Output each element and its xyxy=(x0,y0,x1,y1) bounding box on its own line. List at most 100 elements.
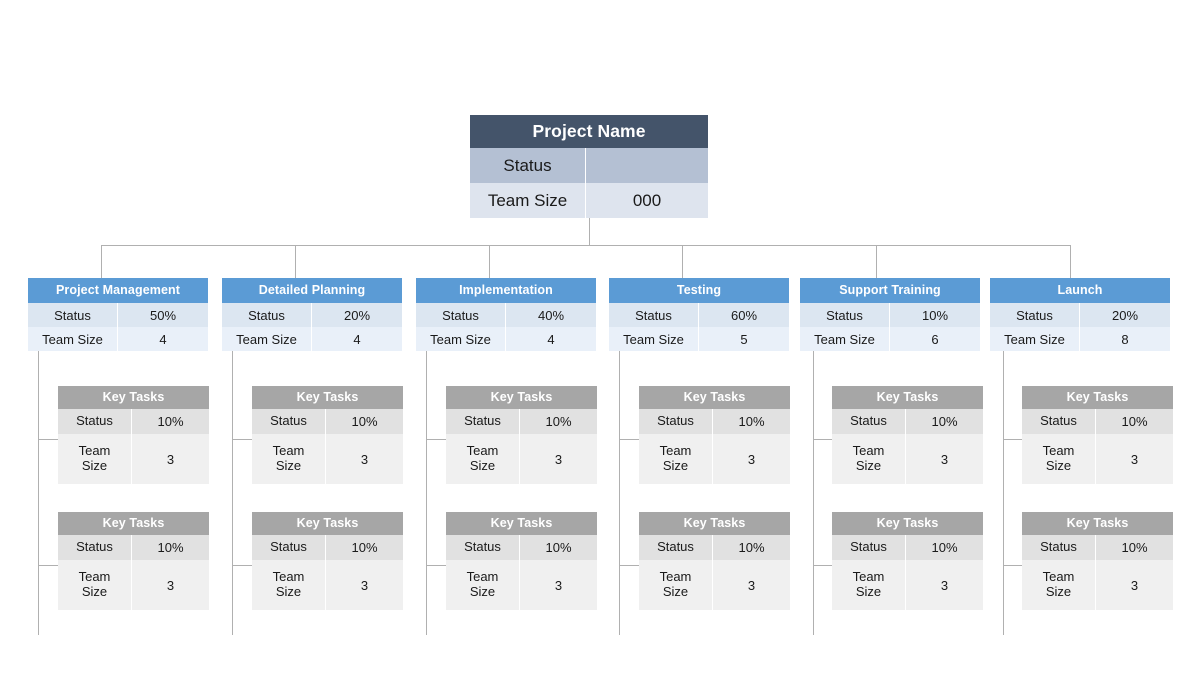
key-tasks-node[interactable]: Key Tasks Status 10% Team Size 3 xyxy=(1022,386,1173,484)
connector-subtree-stub-3b xyxy=(426,565,447,566)
connector-subtree-spine-4 xyxy=(619,351,620,635)
key-tasks-team-label: Team Size xyxy=(446,434,520,484)
key-tasks-team-row: Team Size 3 xyxy=(58,560,209,610)
key-tasks-team-row: Team Size 3 xyxy=(58,434,209,484)
key-tasks-team-value: 3 xyxy=(166,577,175,593)
key-tasks-title: Key Tasks xyxy=(832,512,983,535)
key-tasks-team-value: 3 xyxy=(1130,577,1139,593)
branch-node-status-row: Status 20% xyxy=(990,303,1170,327)
branch-node-team-value: 4 xyxy=(353,331,361,347)
key-tasks-status-label: Status xyxy=(446,409,520,434)
connector-subtree-stub-2a xyxy=(232,439,253,440)
connector-subtree-spine-6 xyxy=(1003,351,1004,635)
key-tasks-team-value: 3 xyxy=(554,577,563,593)
key-tasks-team-label-line2: Size xyxy=(469,458,496,473)
branch-node-team-value: 8 xyxy=(1121,331,1129,347)
connector-subtree-stub-6a xyxy=(1003,439,1024,440)
branch-node-team-label: Team Size xyxy=(990,327,1080,351)
key-tasks-status-label: Status xyxy=(58,409,132,434)
key-tasks-team-label-line1: Team xyxy=(466,569,499,585)
key-tasks-node[interactable]: Key Tasks Status 10% Team Size 3 xyxy=(832,386,983,484)
branch-node-title: Testing xyxy=(609,278,789,303)
branch-node-status-value: 50% xyxy=(149,307,177,323)
key-tasks-node[interactable]: Key Tasks Status 10% Team Size 3 xyxy=(58,512,209,610)
key-tasks-status-row: Status 10% xyxy=(1022,409,1173,434)
key-tasks-status-value: 10% xyxy=(157,540,184,555)
key-tasks-team-row: Team Size 3 xyxy=(832,560,983,610)
key-tasks-title: Key Tasks xyxy=(252,386,403,409)
root-node-status-row: Status xyxy=(470,148,708,183)
key-tasks-node[interactable]: Key Tasks Status 10% Team Size 3 xyxy=(1022,512,1173,610)
key-tasks-team-value: 3 xyxy=(1130,451,1139,467)
key-tasks-title: Key Tasks xyxy=(1022,512,1173,535)
key-tasks-team-row: Team Size 3 xyxy=(446,434,597,484)
key-tasks-node[interactable]: Key Tasks Status 10% Team Size 3 xyxy=(832,512,983,610)
key-tasks-status-label: Status xyxy=(58,535,132,560)
key-tasks-node[interactable]: Key Tasks Status 10% Team Size 3 xyxy=(58,386,209,484)
branch-node-status-label: Status xyxy=(990,303,1080,327)
key-tasks-team-label-line1: Team xyxy=(659,443,692,459)
connector-branch-drop-3 xyxy=(489,245,490,278)
key-tasks-node[interactable]: Key Tasks Status 10% Team Size 3 xyxy=(446,386,597,484)
root-node-team-label: Team Size xyxy=(470,183,586,218)
key-tasks-node[interactable]: Key Tasks Status 10% Team Size 3 xyxy=(639,512,790,610)
connector-horizontal-bus xyxy=(101,245,1071,246)
key-tasks-team-row: Team Size 3 xyxy=(1022,560,1173,610)
branch-node-status-label: Status xyxy=(609,303,699,327)
key-tasks-team-label-line2: Size xyxy=(662,458,689,473)
key-tasks-team-label-line1: Team xyxy=(466,443,499,459)
org-chart-canvas: Project Name Status Team Size 000 Projec… xyxy=(0,0,1200,675)
key-tasks-team-value: 3 xyxy=(747,451,756,467)
branch-node-title: Project Management xyxy=(28,278,208,303)
key-tasks-team-value: 3 xyxy=(360,451,369,467)
branch-node-project-management[interactable]: Project Management Status 50% Team Size … xyxy=(28,278,208,351)
key-tasks-team-row: Team Size 3 xyxy=(639,434,790,484)
key-tasks-team-label-line2: Size xyxy=(1045,584,1072,599)
key-tasks-status-label: Status xyxy=(832,409,906,434)
key-tasks-team-label: Team Size xyxy=(58,560,132,610)
key-tasks-team-label-line1: Team xyxy=(1042,443,1075,459)
key-tasks-team-row: Team Size 3 xyxy=(252,434,403,484)
branch-node-title: Support Training xyxy=(800,278,980,303)
key-tasks-team-label-line1: Team xyxy=(78,443,111,459)
key-tasks-status-value: 10% xyxy=(351,414,378,429)
branch-node-status-value: 60% xyxy=(730,307,758,323)
key-tasks-team-label-line2: Size xyxy=(1045,458,1072,473)
key-tasks-status-label: Status xyxy=(252,535,326,560)
key-tasks-team-value: 3 xyxy=(747,577,756,593)
key-tasks-team-label: Team Size xyxy=(832,434,906,484)
key-tasks-status-row: Status 10% xyxy=(832,409,983,434)
key-tasks-status-value: 10% xyxy=(545,414,572,429)
key-tasks-status-value: 10% xyxy=(738,540,765,555)
branch-node-launch[interactable]: Launch Status 20% Team Size 8 xyxy=(990,278,1170,351)
branch-node-detailed-planning[interactable]: Detailed Planning Status 20% Team Size 4 xyxy=(222,278,402,351)
key-tasks-status-row: Status 10% xyxy=(58,535,209,560)
key-tasks-status-value: 10% xyxy=(931,414,958,429)
key-tasks-status-value: 10% xyxy=(351,540,378,555)
key-tasks-node[interactable]: Key Tasks Status 10% Team Size 3 xyxy=(252,386,403,484)
branch-node-status-label: Status xyxy=(28,303,118,327)
key-tasks-status-row: Status 10% xyxy=(1022,535,1173,560)
branch-node-status-row: Status 50% xyxy=(28,303,208,327)
key-tasks-status-value: 10% xyxy=(157,414,184,429)
key-tasks-title: Key Tasks xyxy=(639,386,790,409)
branch-node-team-value: 4 xyxy=(547,331,555,347)
branch-node-testing[interactable]: Testing Status 60% Team Size 5 xyxy=(609,278,789,351)
key-tasks-status-row: Status 10% xyxy=(639,409,790,434)
key-tasks-node[interactable]: Key Tasks Status 10% Team Size 3 xyxy=(446,512,597,610)
key-tasks-title: Key Tasks xyxy=(446,386,597,409)
branch-node-support-training[interactable]: Support Training Status 10% Team Size 6 xyxy=(800,278,980,351)
branch-node-status-value: 20% xyxy=(1111,307,1139,323)
key-tasks-node[interactable]: Key Tasks Status 10% Team Size 3 xyxy=(639,386,790,484)
root-node[interactable]: Project Name Status Team Size 000 xyxy=(470,115,708,218)
branch-node-status-row: Status 20% xyxy=(222,303,402,327)
branch-node-title: Launch xyxy=(990,278,1170,303)
branch-node-team-value: 6 xyxy=(931,331,939,347)
key-tasks-status-label: Status xyxy=(639,535,713,560)
key-tasks-team-label: Team Size xyxy=(252,434,326,484)
key-tasks-status-row: Status 10% xyxy=(639,535,790,560)
key-tasks-team-row: Team Size 3 xyxy=(1022,434,1173,484)
key-tasks-team-row: Team Size 3 xyxy=(639,560,790,610)
key-tasks-node[interactable]: Key Tasks Status 10% Team Size 3 xyxy=(252,512,403,610)
branch-node-implementation[interactable]: Implementation Status 40% Team Size 4 xyxy=(416,278,596,351)
